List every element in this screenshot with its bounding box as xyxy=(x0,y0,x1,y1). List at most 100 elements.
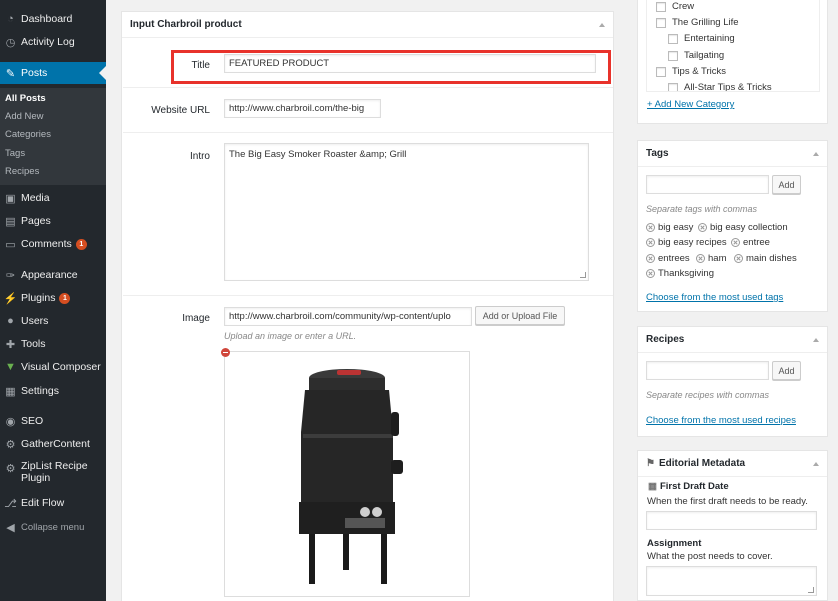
pin-icon: ✎ xyxy=(5,67,16,80)
menu-media[interactable]: ▣ Media xyxy=(0,187,106,209)
category-item[interactable]: The Grilling Life xyxy=(656,17,739,28)
menu-dashboard[interactable]: ◔ Dashboard xyxy=(0,8,106,30)
submenu-all-posts[interactable]: All Posts xyxy=(5,93,46,104)
menu-users[interactable]: ● Users xyxy=(0,310,106,332)
remove-tag-icon[interactable] xyxy=(646,269,655,278)
category-checkbox[interactable] xyxy=(656,66,666,77)
remove-image-icon[interactable] xyxy=(221,348,230,357)
category-item[interactable]: All-Star Tips & Tricks xyxy=(668,82,772,91)
assignment-textarea[interactable] xyxy=(646,566,817,596)
appearance-icon: ✑ xyxy=(5,269,16,282)
add-recipe-button[interactable]: Add xyxy=(772,361,801,380)
remove-tag-icon[interactable] xyxy=(646,254,655,263)
remove-tag-icon[interactable] xyxy=(698,223,707,232)
intro-label: Intro xyxy=(189,151,210,162)
add-new-category-link[interactable]: + Add New Category xyxy=(647,99,734,110)
category-checkbox[interactable] xyxy=(668,33,678,44)
category-checkbox[interactable] xyxy=(668,50,678,61)
category-checkbox[interactable] xyxy=(656,1,666,12)
metadata-header: ⚑ Editorial Metadata xyxy=(638,451,827,477)
submenu-tags[interactable]: Tags xyxy=(5,148,25,159)
remove-tag-icon[interactable] xyxy=(731,238,740,247)
menu-seo[interactable]: ◉ SEO xyxy=(0,410,106,432)
editorial-metadata-metabox: ⚑ Editorial Metadata ▦ First Draft Date W… xyxy=(637,450,828,601)
plugins-badge: 1 xyxy=(59,292,71,304)
categories-metabox: Crew The Grilling Life Entertaining Tail… xyxy=(637,0,828,124)
tag-chip: Thanksgiving xyxy=(646,268,714,279)
category-item[interactable]: Tips & Tricks xyxy=(656,66,726,77)
menu-ziplist[interactable]: ⚙ ZipList Recipe Plugin xyxy=(0,460,106,488)
tag-chip: entrees xyxy=(646,253,690,264)
intro-textarea[interactable]: The Big Easy Smoker Roaster &amp; Grill xyxy=(224,143,589,281)
metabox-toggle-icon[interactable] xyxy=(599,23,605,27)
dashboard-icon: ◔ xyxy=(7,13,14,25)
resize-grip-icon[interactable] xyxy=(808,587,814,593)
title-highlight-box xyxy=(171,50,611,84)
menu-appearance[interactable]: ✑ Appearance xyxy=(0,264,106,286)
website-url-input[interactable]: http://www.charbroil.com/the-big xyxy=(224,99,381,118)
menu-visual-composer[interactable]: ▼ Visual Composer xyxy=(0,356,106,378)
visual-composer-icon: ▼ xyxy=(5,361,16,373)
row-divider xyxy=(123,132,613,133)
menu-edit-flow[interactable]: ⎇ Edit Flow xyxy=(0,492,106,514)
category-item[interactable]: Entertaining xyxy=(668,33,735,44)
recipes-title: Recipes xyxy=(646,334,685,345)
recipes-hint: Separate recipes with commas xyxy=(646,390,770,400)
menu-posts[interactable]: ✎ Posts xyxy=(0,62,106,84)
first-draft-desc: When the first draft needs to be ready. xyxy=(647,496,808,507)
menu-settings[interactable]: ▦ Settings xyxy=(0,380,106,402)
image-preview xyxy=(224,351,470,597)
pages-icon: ▤ xyxy=(5,215,16,228)
submenu-add-new[interactable]: Add New xyxy=(5,111,44,122)
recipes-metabox: Recipes Add Separate recipes with commas… xyxy=(637,326,828,437)
category-checkbox[interactable] xyxy=(668,82,678,91)
remove-tag-icon[interactable] xyxy=(646,223,655,232)
history-icon: ◷ xyxy=(5,36,16,49)
collapse-menu-button[interactable]: ◀ Collapse menu xyxy=(0,516,106,538)
tags-title: Tags xyxy=(646,148,669,159)
menu-plugins[interactable]: ⚡ Plugins 1 xyxy=(0,287,106,309)
users-icon: ● xyxy=(7,315,14,327)
comments-icon: ▭ xyxy=(5,238,16,251)
add-tag-button[interactable]: Add xyxy=(772,175,801,194)
most-used-recipes-link[interactable]: Choose from the most used recipes xyxy=(646,415,796,426)
category-item[interactable]: Crew xyxy=(656,1,694,12)
tag-input[interactable] xyxy=(646,175,769,194)
menu-activity-log[interactable]: ◷ Activity Log xyxy=(0,31,106,53)
menu-tools[interactable]: ✚ Tools xyxy=(0,333,106,355)
menu-pages[interactable]: ▤ Pages xyxy=(0,210,106,232)
first-draft-date-input[interactable] xyxy=(646,511,817,530)
tag-chip: big easy recipes xyxy=(646,237,727,248)
remove-tag-icon[interactable] xyxy=(646,238,655,247)
remove-tag-icon[interactable] xyxy=(696,254,705,263)
resize-grip-icon[interactable] xyxy=(580,272,586,278)
media-icon: ▣ xyxy=(5,192,16,205)
admin-menu: ◔ Dashboard ◷ Activity Log ✎ Posts All Post… xyxy=(0,0,106,601)
most-used-tags-link[interactable]: Choose from the most used tags xyxy=(646,292,783,303)
submenu-recipes[interactable]: Recipes xyxy=(5,166,39,177)
menu-gathercontent[interactable]: ⚙ GatherContent xyxy=(0,433,106,455)
tag-chip: ham xyxy=(696,253,726,264)
add-upload-file-button[interactable]: Add or Upload File xyxy=(475,306,565,325)
menu-comments[interactable]: ▭ Comments 1 xyxy=(0,233,106,255)
image-label: Image xyxy=(182,313,210,324)
recipe-input[interactable] xyxy=(646,361,769,380)
category-item[interactable]: Tailgating xyxy=(668,50,724,61)
seo-icon: ◉ xyxy=(5,415,16,428)
category-checkbox[interactable] xyxy=(656,17,666,28)
remove-tag-icon[interactable] xyxy=(734,254,743,263)
settings-icon: ▦ xyxy=(5,385,16,398)
ziplist-icon: ⚙ xyxy=(5,463,16,475)
image-url-input[interactable]: http://www.charbroil.com/community/wp-co… xyxy=(224,307,472,326)
assignment-label: Assignment xyxy=(647,538,702,549)
tag-chip: big easy collection xyxy=(698,222,788,233)
metadata-toggle-icon[interactable] xyxy=(813,462,819,466)
image-hint: Upload an image or enter a URL. xyxy=(224,331,357,341)
gathercontent-icon: ⚙ xyxy=(5,438,16,451)
submenu-categories[interactable]: Categories xyxy=(5,129,51,140)
tags-hint: Separate tags with commas xyxy=(646,204,758,214)
tags-toggle-icon[interactable] xyxy=(813,152,819,156)
comments-badge: 1 xyxy=(75,238,87,250)
metabox-title: Input Charbroil product xyxy=(130,19,242,30)
recipes-toggle-icon[interactable] xyxy=(813,338,819,342)
